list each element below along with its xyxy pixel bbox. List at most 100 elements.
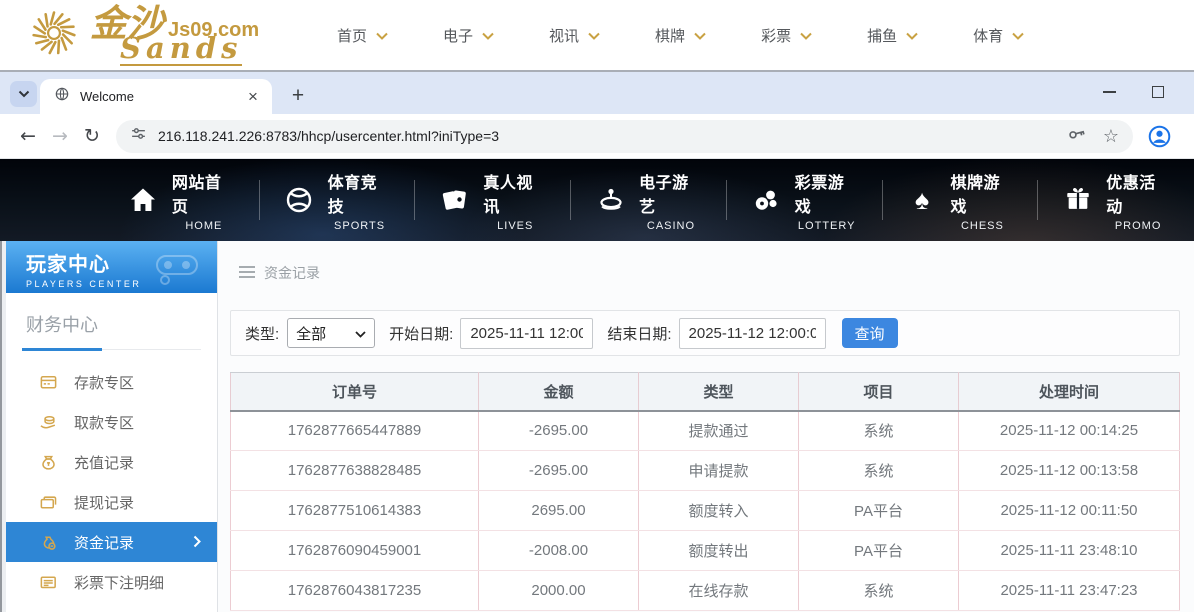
game-nav-casino[interactable]: 电子游艺CASINO	[571, 176, 727, 224]
start-date-input[interactable]	[460, 318, 593, 349]
game-nav-en: CASINO	[647, 220, 695, 232]
game-nav-promo[interactable]: 优惠活动PROMO	[1038, 176, 1194, 224]
tab-search-button[interactable]	[10, 81, 37, 107]
type-select[interactable]: 全部	[287, 318, 375, 348]
project-cell: 系统	[799, 451, 959, 491]
search-button[interactable]: 查询	[842, 318, 898, 348]
time-cell: 2025-11-12 00:14:25	[959, 411, 1180, 451]
game-nav-cn: 彩票游戏	[795, 169, 859, 217]
amount-cell: 2695.00	[479, 491, 639, 531]
main-content: 资金记录 类型: 全部 开始日期: 结束日期: 查询	[218, 241, 1194, 612]
site-header: 金沙 Js09.com Sands 首页 电子 视讯 棋牌	[0, 0, 1194, 70]
time-cell: 2025-11-12 00:13:58	[959, 451, 1180, 491]
sidebar-item-deposit-zone[interactable]: 存款专区	[6, 362, 217, 402]
omnibox-actions: ☆	[1066, 123, 1119, 149]
amount-cell: -2695.00	[479, 411, 639, 451]
top-nav-item-slots[interactable]: 电子	[443, 25, 494, 46]
game-nav: 网站首页HOME 体育竞技SPORTS 真人视讯LIVES 电子游艺CASINO…	[0, 159, 1194, 241]
site-settings-icon[interactable]	[130, 125, 147, 147]
top-nav-item-fishing[interactable]: 捕鱼	[867, 25, 918, 46]
roulette-icon	[595, 185, 626, 215]
sidebar-header: 玩家中心 PLAYERS CENTER	[6, 241, 217, 293]
password-key-icon[interactable]	[1066, 123, 1087, 149]
project-cell: 系统	[799, 571, 959, 611]
chevron-down-icon	[906, 27, 918, 44]
logo-text: 金沙 Js09.com Sands	[90, 5, 259, 66]
time-cell: 2025-11-11 23:48:10	[959, 531, 1180, 571]
order-id-cell: 1762877665447889	[231, 411, 479, 451]
table-row: 1762877665447889 -2695.00 提款通过 系统 2025-1…	[231, 411, 1180, 451]
top-nav-item-live[interactable]: 视讯	[549, 25, 600, 46]
sidebar-item-hall-bet-records[interactable]: 厅室投注记录	[6, 602, 217, 614]
tab-title: Welcome	[80, 89, 244, 104]
reload-button[interactable]: ↻	[76, 125, 108, 147]
game-nav-cn: 棋牌游戏	[951, 169, 1015, 217]
sidebar-item-label: 充值记录	[74, 452, 134, 473]
content-row: 玩家中心 PLAYERS CENTER 财务中心 存款专区	[0, 241, 1194, 612]
forward-button[interactable]: →	[44, 125, 76, 147]
minimize-button[interactable]	[1103, 91, 1116, 93]
sidebar-item-lottery-bet-details[interactable]: 彩票下注明细	[6, 562, 217, 602]
game-nav-home[interactable]: 网站首页HOME	[104, 176, 260, 224]
chevron-down-icon	[1012, 27, 1024, 44]
list-card-icon	[38, 573, 58, 592]
sidebar-section-title: 财务中心	[22, 307, 201, 350]
chevron-down-icon	[18, 90, 30, 98]
game-nav-lives[interactable]: 真人视讯LIVES	[415, 176, 571, 224]
money-bag-icon	[38, 453, 58, 472]
order-id-cell: 1762876043817235	[231, 571, 479, 611]
back-button[interactable]: ←	[12, 125, 44, 147]
hamburger-icon[interactable]	[239, 265, 255, 281]
type-cell: 提款通过	[639, 411, 799, 451]
gamepad-icon	[153, 248, 205, 293]
chevron-down-icon	[800, 27, 812, 44]
sun-logo-icon	[26, 5, 82, 66]
lottery-balls-icon	[751, 185, 782, 215]
game-nav-chess[interactable]: ♠ 棋牌游戏CHESS	[883, 176, 1039, 224]
top-nav-label: 视讯	[549, 25, 579, 46]
top-nav-item-chess[interactable]: 棋牌	[655, 25, 706, 46]
logo-script: Sands	[120, 34, 242, 66]
header-amount: 金额	[479, 373, 639, 411]
top-nav-item-sports[interactable]: 体育	[973, 25, 1024, 46]
wallet-icon	[38, 493, 58, 512]
address-bar[interactable]: 216.118.241.226:8783/hhcp/usercenter.htm…	[116, 120, 1133, 153]
basketball-icon	[284, 186, 315, 214]
breadcrumb: 资金记录	[239, 263, 1180, 283]
browser-tabstrip: Welcome × +	[0, 72, 1194, 114]
new-tab-button[interactable]: +	[284, 82, 312, 110]
header-order-id: 订单号	[231, 373, 479, 411]
browser-toolbar: ← → ↻ 216.118.241.226:8783/hhcp/usercent…	[0, 114, 1194, 159]
amount-cell: -2008.00	[479, 531, 639, 571]
browser-tab-welcome[interactable]: Welcome ×	[40, 79, 272, 114]
sidebar-item-funds-records[interactable]: 资金记录	[6, 522, 217, 562]
table-row: 1762876043817235 2000.00 在线存款 系统 2025-11…	[231, 571, 1180, 611]
bookmark-star-icon[interactable]: ☆	[1103, 126, 1119, 147]
tab-close-icon[interactable]: ×	[244, 88, 262, 106]
maximize-button[interactable]	[1152, 86, 1164, 98]
game-nav-sports[interactable]: 体育竞技SPORTS	[260, 176, 416, 224]
sidebar-item-withdraw-zone[interactable]: 取款专区	[6, 402, 217, 442]
game-nav-lottery[interactable]: 彩票游戏LOTTERY	[727, 176, 883, 224]
table-row: 1762877510614383 2695.00 额度转入 PA平台 2025-…	[231, 491, 1180, 531]
top-nav-item-lottery[interactable]: 彩票	[761, 25, 812, 46]
sidebar-item-recharge-records[interactable]: 充值记录	[6, 442, 217, 482]
game-nav-cn: 电子游艺	[639, 169, 703, 217]
top-nav-label: 首页	[337, 25, 367, 46]
game-nav-en: PROMO	[1115, 220, 1162, 232]
order-id-cell: 1762877638828485	[231, 451, 479, 491]
sidebar-item-label: 取款专区	[74, 412, 134, 433]
profile-avatar-icon[interactable]	[1147, 124, 1172, 149]
header-process-time: 处理时间	[959, 373, 1180, 411]
sidebar-item-withdrawal-records[interactable]: 提现记录	[6, 482, 217, 522]
top-nav-item-home[interactable]: 首页	[337, 25, 388, 46]
chevron-down-icon	[482, 27, 494, 44]
type-cell: 申请提款	[639, 451, 799, 491]
project-cell: 系统	[799, 411, 959, 451]
game-nav-cn: 真人视讯	[483, 169, 547, 217]
hand-coins-icon	[38, 413, 58, 432]
table-row: 1762877638828485 -2695.00 申请提款 系统 2025-1…	[231, 451, 1180, 491]
site-logo[interactable]: 金沙 Js09.com Sands	[26, 5, 311, 66]
end-date-input[interactable]	[679, 318, 826, 349]
amount-cell: -2695.00	[479, 451, 639, 491]
